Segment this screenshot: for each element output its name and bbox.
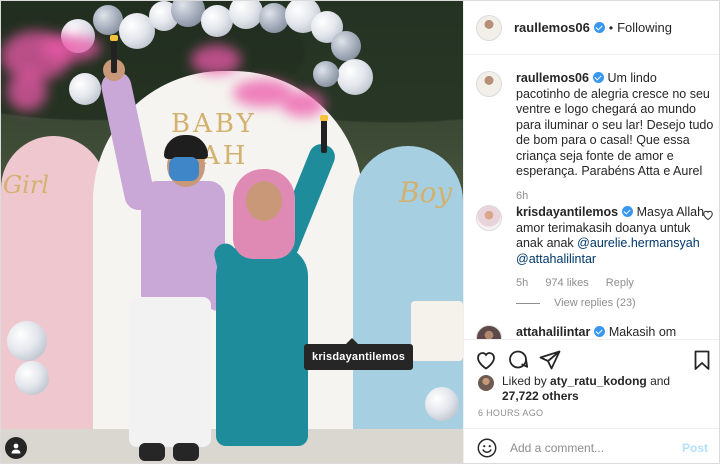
- instagram-post-window: BABY AH Girl Boy krisdayantilemos raulle…: [0, 0, 720, 464]
- heart-icon[interactable]: [702, 209, 714, 221]
- man-shoe: [139, 443, 165, 461]
- liked-by-user[interactable]: aty_ratu_kodong: [550, 374, 647, 388]
- avatar[interactable]: [478, 375, 494, 391]
- comment-age[interactable]: 5h: [516, 277, 528, 289]
- verified-badge-icon: [592, 72, 604, 83]
- header-separator: •: [608, 20, 614, 35]
- balloon: [69, 73, 101, 105]
- girl-sign: Girl: [3, 171, 49, 199]
- likes-and: and: [650, 374, 671, 388]
- balloon: [313, 61, 339, 87]
- likes-summary: Liked by aty_ratu_kodong and 27,722 othe…: [478, 374, 708, 404]
- post-photo[interactable]: BABY AH Girl Boy krisdayantilemos: [1, 1, 463, 463]
- action-icons: [474, 348, 714, 372]
- comment-text: Makasih om: [608, 325, 677, 339]
- view-replies-button[interactable]: View replies (23): [516, 297, 636, 309]
- likes-others[interactable]: 27,722 others: [502, 389, 579, 403]
- avatar[interactable]: [476, 71, 502, 97]
- user-tag-icon[interactable]: [5, 437, 27, 459]
- avatar[interactable]: [476, 14, 502, 41]
- post-comment-button[interactable]: Post: [682, 441, 708, 455]
- verified-badge-icon: [593, 22, 605, 33]
- emoji-icon[interactable]: [476, 437, 498, 459]
- caption-meta: 6h: [516, 190, 714, 202]
- add-comment-bar: Add a comment... Post: [464, 428, 719, 463]
- caption-username[interactable]: raullemos06: [516, 71, 589, 85]
- man-pants: [129, 297, 211, 447]
- comment-username[interactable]: krisdayantilemos: [516, 205, 618, 219]
- comment-meta: 5h 974 likes Reply: [516, 277, 714, 289]
- balloon: [7, 321, 47, 361]
- pink-smoke: [191, 45, 241, 75]
- pink-smoke: [281, 91, 325, 117]
- pink-smoke: [7, 71, 47, 111]
- share-icon[interactable]: [538, 348, 562, 372]
- heart-icon[interactable]: [474, 348, 498, 372]
- comment: krisdayantilemos Masya Allah amor terima…: [476, 205, 714, 289]
- man-shoe: [173, 443, 199, 461]
- balloon: [15, 361, 49, 395]
- caption-body: raullemos06 Um lindo pacotinho de alegri…: [516, 71, 714, 180]
- comment-icon[interactable]: [506, 348, 530, 372]
- mention-link[interactable]: @attahalilintar: [516, 252, 596, 266]
- replies-divider: [516, 302, 540, 304]
- likes-text: Liked by aty_ratu_kodong and 27,722 othe…: [502, 374, 708, 404]
- baby-sign-line2: AH: [201, 141, 249, 171]
- balloon: [337, 59, 373, 95]
- caption: raullemos06 Um lindo pacotinho de alegri…: [476, 71, 714, 202]
- reply-button[interactable]: Reply: [606, 277, 634, 289]
- comment-username[interactable]: attahalilintar: [516, 325, 590, 339]
- verified-badge-icon: [622, 206, 634, 217]
- mention-link[interactable]: @aurelie.hermansyah: [577, 236, 699, 250]
- pink-smoke: [41, 35, 101, 61]
- comment-body: attahalilintar Makasih om: [516, 325, 714, 339]
- post-sidebar: raullemos06 • Following raullemos06 Um l…: [463, 1, 719, 463]
- comment: attahalilintar Makasih om: [476, 325, 714, 339]
- verified-badge-icon: [594, 326, 606, 337]
- caption-age[interactable]: 6h: [516, 190, 528, 202]
- comment-body: krisdayantilemos Masya Allah amor terima…: [516, 205, 714, 267]
- avatar[interactable]: [476, 205, 502, 231]
- author-username[interactable]: raullemos06: [514, 20, 590, 35]
- avatar[interactable]: [476, 325, 502, 339]
- man-face-mask: [169, 157, 199, 181]
- comment-like-count[interactable]: 974 likes: [545, 277, 588, 289]
- comments-list[interactable]: raullemos06 Um lindo pacotinho de alegri…: [464, 55, 719, 339]
- view-replies-label: View replies (23): [554, 297, 636, 309]
- woman-face: [246, 181, 282, 221]
- photo-user-tag[interactable]: krisdayantilemos: [304, 338, 414, 370]
- post-header: raullemos06 • Following: [464, 1, 719, 55]
- boy-sign: Boy: [399, 176, 453, 209]
- post-actions: Liked by aty_ratu_kodong and 27,722 othe…: [464, 339, 719, 463]
- caption-text: Um lindo pacotinho de alegria cresce no …: [516, 71, 714, 178]
- balloon: [331, 31, 361, 61]
- smoke-flare: [110, 35, 118, 73]
- liked-by-prefix: Liked by: [502, 374, 547, 388]
- smoke-flare: [320, 115, 328, 153]
- bookmark-icon[interactable]: [690, 348, 714, 372]
- dessert-table: [411, 301, 463, 361]
- balloon: [425, 387, 459, 421]
- following-button[interactable]: Following: [617, 20, 672, 35]
- post-timestamp[interactable]: 6 HOURS AGO: [478, 408, 543, 418]
- add-comment-input[interactable]: Add a comment...: [510, 441, 682, 455]
